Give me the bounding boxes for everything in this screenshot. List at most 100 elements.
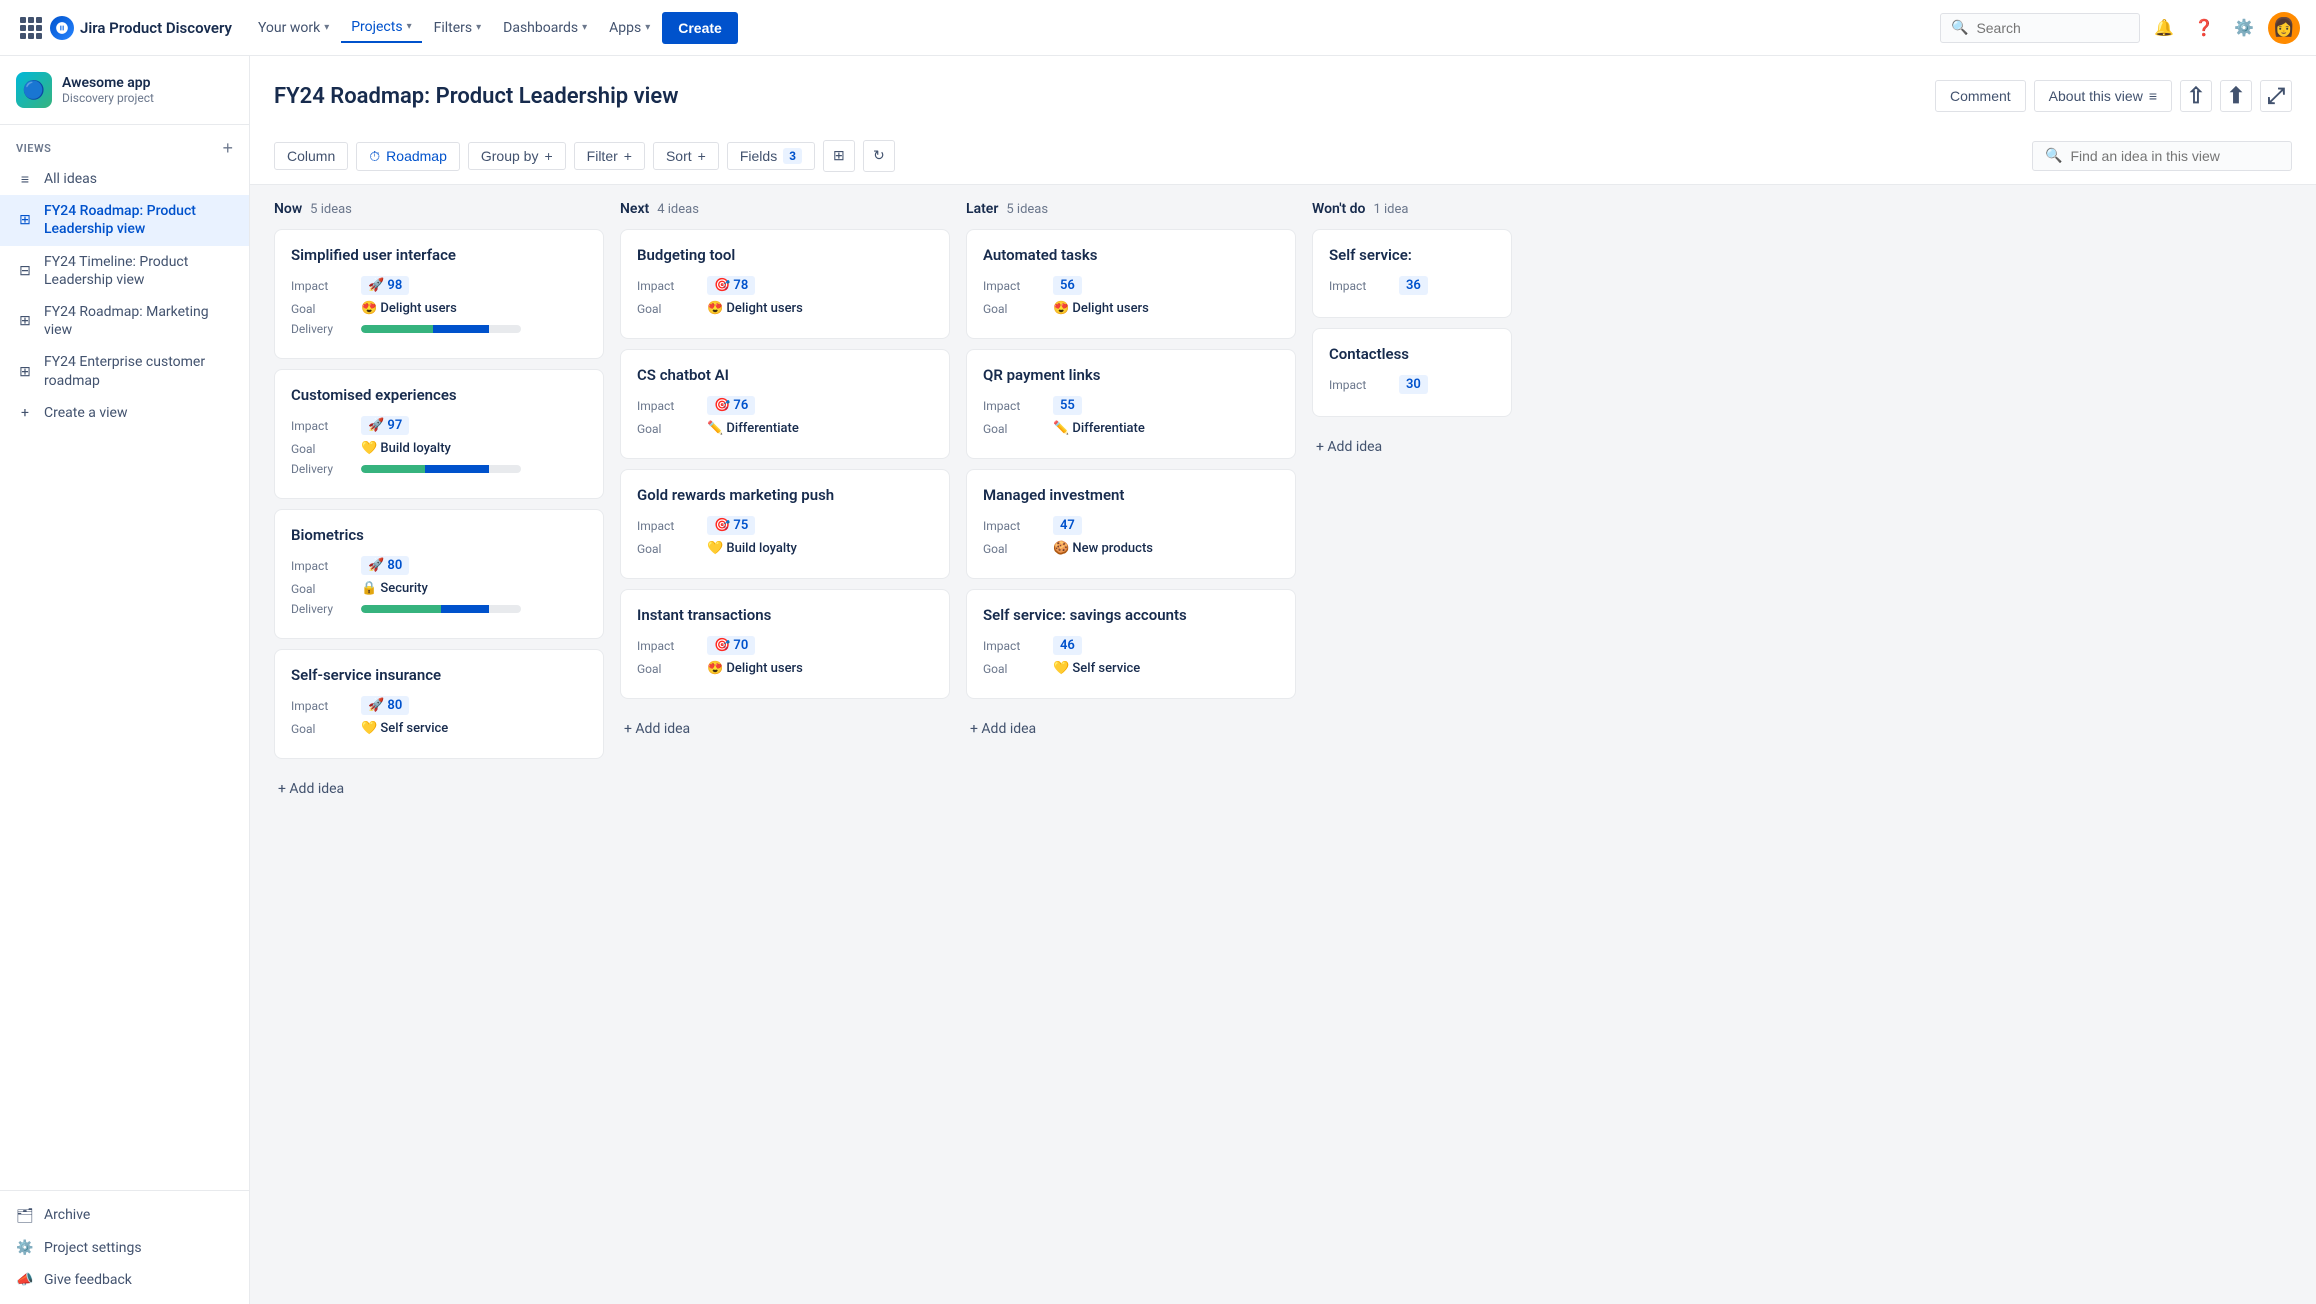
nav-projects[interactable]: Projects ▾ [341, 13, 421, 43]
comment-button[interactable]: Comment [1935, 80, 2026, 112]
table-row[interactable]: QR payment linksImpact55Goal✏️ Different… [966, 349, 1296, 459]
header-actions: Comment About this view ≡ ⇧ ⬆ ⤢ [1935, 80, 2292, 112]
impact-value: 🎯 70 [707, 636, 755, 655]
menu-lines-icon: ≡ [2149, 88, 2157, 104]
impact-badge: 🚀 80 [361, 696, 409, 715]
table-row[interactable]: Managed investmentImpact47Goal🍪 New prod… [966, 469, 1296, 579]
card-impact-field: Impact30 [1329, 375, 1495, 394]
groupby-button[interactable]: Group by + [468, 142, 566, 170]
fullscreen-button[interactable]: ⤢ [2260, 80, 2292, 112]
about-label: About this view [2049, 88, 2143, 104]
all-ideas-label: All ideas [44, 170, 233, 188]
refresh-button[interactable]: ↻ [863, 140, 895, 172]
table-row[interactable]: ContactlessImpact30 [1312, 328, 1512, 417]
nav-apps[interactable]: Apps ▾ [599, 14, 660, 42]
project-header[interactable]: 🔵 Awesome app Discovery project [0, 56, 249, 125]
add-idea-button-2[interactable]: + Add idea [966, 713, 1296, 745]
avatar[interactable]: 👩 [2268, 12, 2300, 44]
goal-value: 💛 Self service [361, 721, 448, 736]
impact-label: Impact [291, 699, 361, 713]
sidebar-item-create-view[interactable]: + Create a view [0, 397, 249, 429]
nav-your-work[interactable]: Your work ▾ [248, 14, 339, 42]
nav-filters[interactable]: Filters ▾ [424, 14, 492, 42]
cards-container-0: Simplified user interfaceImpact🚀 98Goal😍… [274, 229, 604, 1288]
column-header-2: Later5 ideas [966, 201, 1296, 217]
impact-badge: 36 [1399, 276, 1428, 295]
view-options-button[interactable]: ⊞ [823, 140, 855, 172]
column-button[interactable]: Column [274, 142, 348, 170]
roadmap-button[interactable]: ⏱ Roadmap [356, 142, 460, 171]
table-row[interactable]: Self service: savings accountsImpact46Go… [966, 589, 1296, 699]
fy24-marketing-label: FY24 Roadmap: Marketing view [44, 303, 233, 339]
add-idea-button-0[interactable]: + Add idea [274, 773, 604, 805]
table-row[interactable]: Gold rewards marketing pushImpact🎯 75Goa… [620, 469, 950, 579]
filter-button[interactable]: Filter + [574, 142, 645, 170]
fy24-roadmap-label: FY24 Roadmap: Product Leadership view [44, 202, 233, 238]
chevron-down-icon: ▾ [645, 22, 650, 33]
settings-icon[interactable]: ⚙️ [2228, 12, 2260, 44]
goal-value: ✏️ Differentiate [1053, 421, 1145, 436]
impact-label: Impact [291, 419, 361, 433]
goal-value: 😍 Delight users [707, 301, 803, 316]
add-view-button[interactable]: + [222, 139, 233, 157]
search-input[interactable] [1976, 20, 2129, 36]
find-input-wrap[interactable]: 🔍 [2032, 141, 2292, 171]
card-goal-field: Goal✏️ Differentiate [637, 421, 933, 436]
add-idea-button-1[interactable]: + Add idea [620, 713, 950, 745]
impact-label: Impact [291, 279, 361, 293]
column-label: Later [966, 201, 998, 217]
sidebar-item-project-settings[interactable]: ⚙️ Project settings [0, 1232, 249, 1264]
sidebar-item-fy24-enterprise[interactable]: ⊞ FY24 Enterprise customer roadmap [0, 346, 249, 396]
goal-value: 💛 Build loyalty [361, 441, 451, 456]
card-impact-field: Impact47 [983, 516, 1279, 535]
table-row[interactable]: Automated tasksImpact56Goal😍 Delight use… [966, 229, 1296, 339]
table-row[interactable]: Customised experiencesImpact🚀 97Goal💛 Bu… [274, 369, 604, 499]
archive-icon: 🗂 [16, 1207, 34, 1225]
table-row[interactable]: Simplified user interfaceImpact🚀 98Goal😍… [274, 229, 604, 359]
card-impact-field: Impact🎯 78 [637, 276, 933, 295]
table-row[interactable]: Instant transactionsImpact🎯 70Goal😍 Deli… [620, 589, 950, 699]
search-box[interactable]: 🔍 [1940, 13, 2140, 43]
help-icon[interactable]: ❓ [2188, 12, 2220, 44]
table-row[interactable]: Self-service insuranceImpact🚀 80Goal💛 Se… [274, 649, 604, 759]
impact-badge: 30 [1399, 375, 1428, 394]
sort-button[interactable]: Sort + [653, 142, 719, 170]
app-switcher-icon[interactable] [16, 13, 46, 43]
find-input[interactable] [2070, 148, 2279, 164]
goal-value: 😍 Delight users [707, 661, 803, 676]
share-button[interactable]: ⇧ [2180, 80, 2212, 112]
table-row[interactable]: Budgeting toolImpact🎯 78Goal😍 Delight us… [620, 229, 950, 339]
create-button[interactable]: Create [662, 12, 738, 44]
card-title: Self-service insurance [291, 666, 587, 684]
chevron-down-icon: ▾ [324, 22, 329, 33]
sidebar-item-feedback[interactable]: 📣 Give feedback [0, 1264, 249, 1296]
about-button[interactable]: About this view ≡ [2034, 80, 2172, 112]
card-impact-field: Impact🎯 76 [637, 396, 933, 415]
export-button[interactable]: ⬆ [2220, 80, 2252, 112]
plus-icon3: + [624, 148, 632, 164]
sidebar-item-fy24-roadmap-leadership[interactable]: ⊞ FY24 Roadmap: Product Leadership view [0, 195, 249, 245]
impact-label: Impact [637, 639, 707, 653]
search-icon: 🔍 [1951, 20, 1968, 36]
nav-links: Your work ▾ Projects ▾ Filters ▾ Dashboa… [248, 12, 1932, 44]
table-row[interactable]: BiometricsImpact🚀 80Goal🔒 SecurityDelive… [274, 509, 604, 639]
goal-label: Goal [291, 722, 361, 736]
sidebar: 🔵 Awesome app Discovery project VIEWS + … [0, 56, 250, 1304]
sidebar-item-all-ideas[interactable]: ≡ All ideas [0, 163, 249, 195]
nav-left: Jira Product Discovery [16, 13, 232, 43]
app-logo[interactable]: Jira Product Discovery [50, 16, 232, 40]
page-title-row: FY24 Roadmap: Product Leadership view Co… [274, 80, 2292, 112]
table-row[interactable]: Self service:Impact36 [1312, 229, 1512, 318]
sidebar-item-fy24-timeline[interactable]: ⊟ FY24 Timeline: Product Leadership view [0, 246, 249, 296]
sidebar-item-archive[interactable]: 🗂 Archive [0, 1199, 249, 1231]
nav-dashboards[interactable]: Dashboards ▾ [493, 14, 597, 42]
card-goal-field: Goal💛 Self service [291, 721, 587, 736]
table-row[interactable]: CS chatbot AIImpact🎯 76Goal✏️ Differenti… [620, 349, 950, 459]
grid-icon3: ⊞ [16, 363, 34, 381]
chevron-down-icon: ▾ [582, 22, 587, 33]
add-idea-button-3[interactable]: + Add idea [1312, 431, 1512, 463]
sidebar-item-fy24-marketing[interactable]: ⊞ FY24 Roadmap: Marketing view [0, 296, 249, 346]
fields-button[interactable]: Fields 3 [727, 142, 815, 170]
impact-label: Impact [983, 399, 1053, 413]
notifications-icon[interactable]: 🔔 [2148, 12, 2180, 44]
